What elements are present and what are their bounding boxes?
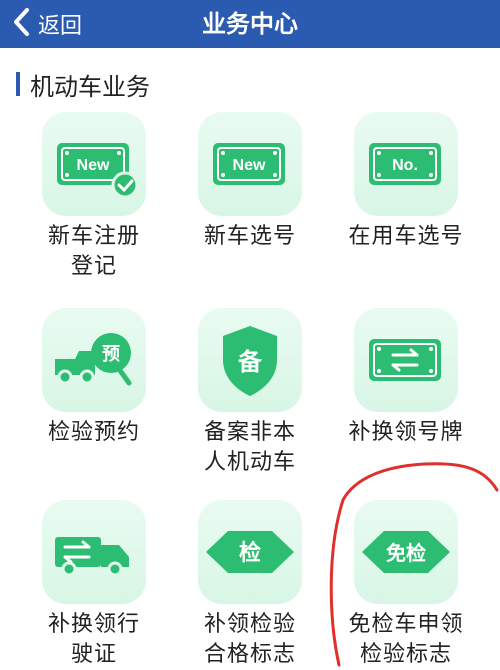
- svg-text:New: New: [77, 157, 110, 174]
- tile-label: 免检车申领 检验标志: [348, 612, 464, 667]
- tile-new-car-number-select[interactable]: New 新车选号: [180, 112, 320, 252]
- tile-new-car-registration[interactable]: New 新车注册 登记: [24, 112, 164, 282]
- tile-replace-driving-license[interactable]: 补换领行 驶证: [24, 500, 164, 670]
- tile-label: 补领检验 合格标志: [203, 612, 296, 667]
- tile-inspection-appointment[interactable]: 预 检验预约: [24, 308, 164, 448]
- tile-label: 检验预约: [47, 420, 140, 445]
- svg-text:检: 检: [239, 540, 261, 566]
- tile-label: 补换领行 驶证: [47, 612, 140, 667]
- tile-record-non-owner-vehicle[interactable]: 备 备案非本 人机动车: [180, 308, 320, 478]
- inspection-diamond-icon: 检: [206, 531, 294, 573]
- tile-in-use-number-select[interactable]: No. 在用车选号: [336, 112, 476, 252]
- truck-appointment-icon: 预: [55, 333, 132, 386]
- shield-record-icon: 备: [223, 326, 277, 396]
- tile-label: 在用车选号: [348, 224, 464, 249]
- svg-text:预: 预: [102, 344, 120, 365]
- section-accent-bar: [16, 72, 20, 96]
- svg-text:New: New: [233, 157, 266, 174]
- tile-exempt-vehicle-inspection-mark[interactable]: 免检 免检车申领 检验标志: [336, 500, 476, 670]
- tile-reissue-inspection-mark[interactable]: 检 补领检验 合格标志: [180, 500, 320, 670]
- no-plate-icon: No.: [369, 143, 441, 185]
- plate-swap-icon: [369, 339, 441, 381]
- tile-label: 新车选号: [203, 224, 296, 249]
- exempt-diamond-icon: 免检: [362, 531, 450, 573]
- section-header: 机动车业务: [16, 68, 150, 101]
- tile-label: 新车注册 登记: [47, 224, 140, 279]
- truck-swap-icon: [55, 537, 129, 577]
- svg-text:备: 备: [237, 348, 263, 376]
- new-plate-check-icon: New: [57, 143, 139, 199]
- section-title: 机动车业务: [30, 72, 150, 101]
- page-title: 业务中心: [202, 10, 298, 38]
- svg-text:No.: No.: [392, 157, 418, 174]
- tile-label: 备案非本 人机动车: [203, 420, 296, 475]
- top-nav-bar: 返回 业务中心: [0, 0, 500, 48]
- new-plate-icon: New: [213, 143, 285, 185]
- svg-text:免检: 免检: [386, 541, 426, 565]
- tile-label: 补换领号牌: [348, 420, 464, 445]
- tile-replace-license-plate[interactable]: 补换领号牌: [336, 308, 476, 448]
